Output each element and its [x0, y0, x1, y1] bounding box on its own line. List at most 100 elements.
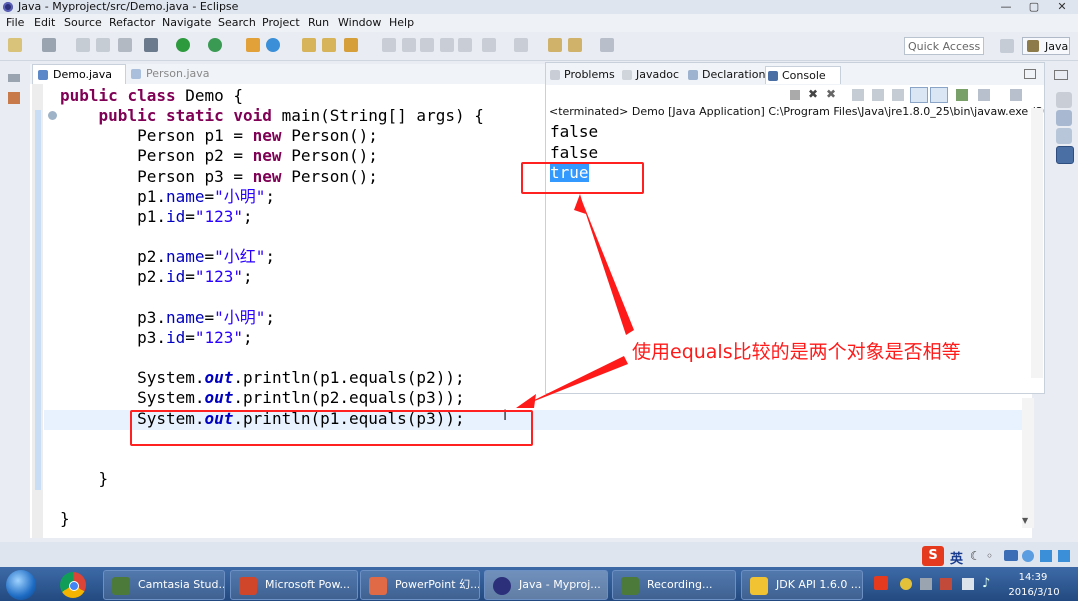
- outline-icon[interactable]: [440, 38, 454, 52]
- minimize-button[interactable]: —: [994, 0, 1018, 14]
- scroll-lock-icon[interactable]: [872, 89, 884, 101]
- powerpoint-icon: [239, 577, 257, 595]
- annotation-icon[interactable]: [382, 38, 396, 52]
- tab-problems[interactable]: Problems: [548, 66, 620, 84]
- ime-language[interactable]: 英: [950, 548, 963, 567]
- debug-icon[interactable]: [144, 38, 158, 52]
- show-whitespace-icon[interactable]: [458, 38, 472, 52]
- menu-search[interactable]: Search: [218, 14, 256, 32]
- scroll-down-icon[interactable]: ▼: [1022, 516, 1028, 525]
- tray-device-icon[interactable]: [920, 578, 932, 590]
- clock-time[interactable]: 14:39: [1018, 572, 1048, 583]
- menu-navigate[interactable]: Navigate: [162, 14, 211, 32]
- new-icon[interactable]: [8, 38, 22, 52]
- open-type-icon[interactable]: [302, 38, 316, 52]
- volume-icon[interactable]: ♪: [982, 576, 990, 591]
- window-title: Java - Myproject/src/Demo.java - Eclipse: [18, 0, 239, 13]
- open-console-icon[interactable]: [1010, 89, 1022, 101]
- console-toolbar: ✖ ✖: [546, 85, 1044, 105]
- sogou-icon[interactable]: S: [922, 546, 944, 566]
- tray-app-icon[interactable]: [900, 578, 912, 590]
- restore-icon[interactable]: [1054, 70, 1068, 80]
- taskbar-item-recording[interactable]: Recording...: [612, 570, 736, 600]
- display-console-icon[interactable]: [978, 89, 990, 101]
- tab-declaration[interactable]: Declaration: [686, 66, 766, 84]
- tab-javadoc[interactable]: Javadoc: [620, 66, 688, 84]
- remove-launch-icon[interactable]: ✖: [808, 87, 818, 101]
- word-wrap-icon[interactable]: [892, 89, 904, 101]
- remove-all-icon[interactable]: ✖: [826, 87, 836, 101]
- last-edit-icon[interactable]: [548, 38, 562, 52]
- restore-icon[interactable]: [8, 74, 20, 82]
- menu-file[interactable]: File: [6, 14, 24, 32]
- tray-sogou-icon[interactable]: [874, 576, 888, 590]
- punctuation-icon[interactable]: ◦: [986, 549, 993, 563]
- toggle-icon[interactable]: [118, 38, 132, 52]
- tray-record-icon[interactable]: [940, 578, 952, 590]
- skin-icon[interactable]: [1040, 550, 1052, 562]
- tab-demo-java[interactable]: Demo.java ✕: [32, 64, 126, 101]
- console-view-icon[interactable]: [1056, 146, 1074, 164]
- highlight-box-true: [521, 162, 644, 194]
- java-file-icon: [131, 69, 141, 79]
- forward-icon[interactable]: [600, 38, 614, 52]
- taskbar-item-slideshow[interactable]: PowerPoint 幻...: [360, 570, 480, 600]
- block-icon[interactable]: [402, 38, 416, 52]
- start-button[interactable]: [6, 570, 36, 600]
- open-resource-icon[interactable]: [322, 38, 336, 52]
- external-tools-icon[interactable]: [208, 38, 222, 52]
- menu-run[interactable]: Run: [308, 14, 329, 32]
- menu-project[interactable]: Project: [262, 14, 300, 32]
- show-on-error-icon[interactable]: [930, 87, 948, 103]
- save-icon[interactable]: [42, 38, 56, 52]
- show-on-output-icon[interactable]: [910, 87, 928, 103]
- prev-annotation-icon[interactable]: [514, 38, 528, 52]
- fold-icon[interactable]: [48, 111, 57, 120]
- minimize-view-icon[interactable]: [1024, 69, 1036, 79]
- outline-view-icon[interactable]: [1056, 92, 1072, 108]
- save-all-icon[interactable]: [76, 38, 90, 52]
- console-status-line: <terminated> Demo [Java Application] C:\…: [549, 105, 1044, 118]
- package-explorer-icon[interactable]: [8, 92, 20, 104]
- keyboard-icon[interactable]: [1004, 550, 1018, 561]
- maximize-button[interactable]: ▢: [1022, 0, 1046, 14]
- next-annotation-icon[interactable]: [482, 38, 496, 52]
- network-icon[interactable]: [962, 578, 974, 590]
- javadoc-view-icon[interactable]: [1056, 128, 1072, 144]
- taskbar-item-camtasia[interactable]: Camtasia Stud...: [103, 570, 225, 600]
- task-list-icon[interactable]: [1056, 110, 1072, 126]
- quick-access-input[interactable]: Quick Access: [904, 37, 984, 55]
- clock-date[interactable]: 2016/3/10: [1008, 587, 1060, 598]
- taskbar-item-powerpoint[interactable]: Microsoft Pow...: [230, 570, 358, 600]
- close-window-button[interactable]: ✕: [1050, 0, 1074, 14]
- user-icon[interactable]: [1022, 550, 1034, 562]
- tab-person-java[interactable]: Person.java: [126, 64, 216, 84]
- source-code[interactable]: public class Demo { public static void m…: [60, 86, 484, 529]
- declaration-icon: [688, 70, 698, 80]
- editor-scrollbar[interactable]: [1022, 398, 1034, 528]
- search-icon[interactable]: [344, 38, 358, 52]
- taskbar-item-jdk-api[interactable]: JDK API 1.6.0 ...: [741, 570, 863, 600]
- terminate-icon[interactable]: [790, 90, 800, 100]
- tab-console[interactable]: Console ✕: [765, 66, 841, 100]
- clear-console-icon[interactable]: [852, 89, 864, 101]
- taskbar-item-eclipse[interactable]: Java - Myproj...: [484, 570, 608, 600]
- mark-icon[interactable]: [420, 38, 434, 52]
- new-java-project-icon[interactable]: [246, 38, 260, 52]
- new-class-icon[interactable]: [266, 38, 280, 52]
- print-icon[interactable]: [96, 38, 110, 52]
- toolbox-icon[interactable]: [1058, 550, 1070, 562]
- menu-window[interactable]: Window: [338, 14, 381, 32]
- back-icon[interactable]: [568, 38, 582, 52]
- pin-console-icon[interactable]: [956, 89, 968, 101]
- menu-refactor[interactable]: Refactor: [109, 14, 155, 32]
- moon-icon[interactable]: ☾: [970, 549, 981, 563]
- tab-person-label: Person.java: [146, 67, 210, 80]
- menu-source[interactable]: Source: [64, 14, 102, 32]
- open-perspective-icon[interactable]: [1000, 39, 1014, 53]
- menu-help[interactable]: Help: [389, 14, 414, 32]
- menu-edit[interactable]: Edit: [34, 14, 55, 32]
- console-scrollbar[interactable]: [1031, 108, 1043, 378]
- run-icon[interactable]: [176, 38, 190, 52]
- annotation-text: 使用equals比较的是两个对象是否相等: [632, 341, 961, 363]
